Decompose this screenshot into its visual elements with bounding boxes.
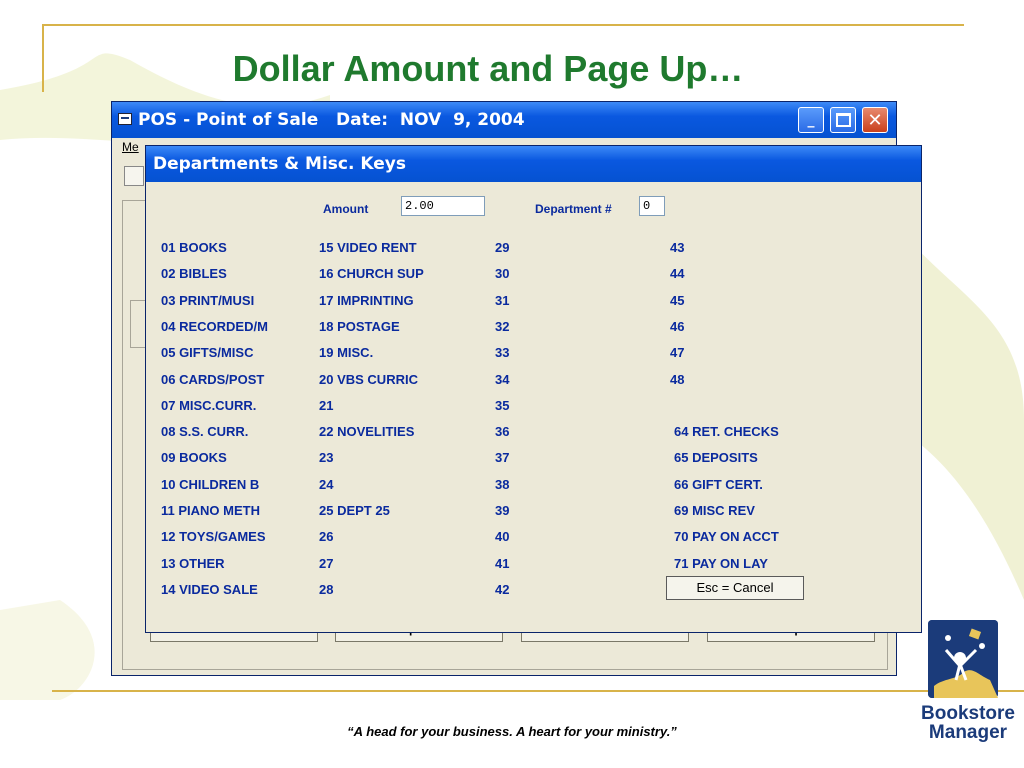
special-key-item[interactable]: 66 GIFT CERT. — [674, 477, 763, 492]
department-item[interactable]: 13 OTHER — [161, 556, 225, 571]
department-item[interactable]: 29 — [495, 240, 509, 255]
department-item[interactable]: 47 — [670, 345, 684, 360]
cancel-button[interactable]: Esc = Cancel — [666, 576, 804, 600]
bottom-rule — [52, 690, 1024, 692]
logo-text-line1: Bookstore — [921, 703, 1015, 724]
department-item[interactable]: 28 — [319, 582, 333, 597]
department-item[interactable]: 03 PRINT/MUSI — [161, 293, 254, 308]
department-item[interactable]: 26 — [319, 529, 333, 544]
department-item[interactable]: 18 POSTAGE — [319, 319, 400, 334]
departments-dialog: Departments & Misc. Keys Amount Departme… — [145, 145, 922, 633]
toolbar-icon[interactable] — [124, 166, 144, 186]
pos-app-icon[interactable] — [118, 113, 132, 125]
cancel-button-label: Esc = Cancel — [696, 580, 774, 595]
department-item[interactable]: 09 BOOKS — [161, 450, 227, 465]
dialog-title: Departments & Misc. Keys — [153, 154, 406, 174]
department-item[interactable]: 17 IMPRINTING — [319, 293, 414, 308]
department-item[interactable]: 42 — [495, 582, 509, 597]
department-item[interactable]: 37 — [495, 450, 509, 465]
minimize-button[interactable]: _ — [798, 107, 824, 133]
minimize-icon: _ — [807, 112, 815, 128]
special-key-item[interactable]: 69 MISC REV — [674, 503, 755, 518]
department-item[interactable]: 24 — [319, 477, 333, 492]
department-item[interactable]: 07 MISC.CURR. — [161, 398, 256, 413]
department-item[interactable]: 41 — [495, 556, 509, 571]
department-item[interactable]: 01 BOOKS — [161, 240, 227, 255]
department-item[interactable]: 44 — [670, 266, 684, 281]
slide-title: Dollar Amount and Page Up… — [232, 48, 744, 89]
side-panel-box — [130, 300, 146, 348]
logo-badge — [928, 620, 998, 698]
department-item[interactable]: 39 — [495, 503, 509, 518]
amount-label: Amount — [323, 202, 369, 216]
department-item[interactable]: 04 RECORDED/M — [161, 319, 268, 334]
department-item[interactable]: 40 — [495, 529, 509, 544]
department-item[interactable]: 38 — [495, 477, 509, 492]
department-item[interactable]: 23 — [319, 450, 333, 465]
department-item[interactable]: 02 BIBLES — [161, 266, 227, 281]
department-item[interactable]: 15 VIDEO RENT — [319, 240, 417, 255]
department-item[interactable]: 19 MISC. — [319, 345, 373, 360]
department-item[interactable]: 21 — [319, 398, 333, 413]
department-item[interactable]: 20 VBS CURRIC — [319, 372, 418, 387]
department-item[interactable]: 22 NOVELITIES — [319, 424, 414, 439]
special-key-item[interactable]: 65 DEPOSITS — [674, 450, 758, 465]
department-item[interactable]: 48 — [670, 372, 684, 387]
department-item[interactable]: 14 VIDEO SALE — [161, 582, 258, 597]
department-item[interactable]: 25 DEPT 25 — [319, 503, 390, 518]
department-item[interactable]: 06 CARDS/POST — [161, 372, 264, 387]
department-item[interactable]: 10 CHILDREN B — [161, 477, 259, 492]
main-window-title: POS - Point of Sale Date: NOV 9, 2004 — [138, 110, 525, 130]
logo-figure-icon — [928, 620, 998, 698]
department-item[interactable]: 32 — [495, 319, 509, 334]
department-item[interactable]: 31 — [495, 293, 509, 308]
department-item[interactable]: 11 PIANO METH — [161, 503, 260, 518]
department-item[interactable]: 05 GIFTS/MISC — [161, 345, 253, 360]
special-key-item[interactable]: 70 PAY ON ACCT — [674, 529, 779, 544]
department-item[interactable]: 43 — [670, 240, 684, 255]
maximize-button[interactable] — [830, 107, 856, 133]
top-rule — [42, 24, 964, 26]
department-item[interactable]: 12 TOYS/GAMES — [161, 529, 266, 544]
department-label: Department # — [535, 202, 612, 216]
special-key-item[interactable]: 64 RET. CHECKS — [674, 424, 779, 439]
tagline: “A head for your business. A heart for y… — [347, 724, 677, 739]
close-icon: ✕ — [867, 109, 883, 131]
department-item[interactable]: 08 S.S. CURR. — [161, 424, 248, 439]
dialog-title-bar[interactable]: Departments & Misc. Keys — [146, 146, 921, 182]
department-item[interactable]: 30 — [495, 266, 509, 281]
maximize-icon — [835, 113, 851, 127]
department-item[interactable]: 46 — [670, 319, 684, 334]
department-item[interactable]: 35 — [495, 398, 509, 413]
amount-input[interactable] — [401, 196, 485, 216]
department-item[interactable]: 33 — [495, 345, 509, 360]
department-item[interactable]: 16 CHURCH SUP — [319, 266, 424, 281]
department-item[interactable]: 27 — [319, 556, 333, 571]
department-item[interactable]: 45 — [670, 293, 684, 308]
close-button[interactable]: ✕ — [862, 107, 888, 133]
department-item[interactable]: 34 — [495, 372, 509, 387]
special-key-item[interactable]: 71 PAY ON LAY — [674, 556, 768, 571]
menu-item[interactable]: Me — [122, 140, 139, 154]
department-item[interactable]: 36 — [495, 424, 509, 439]
main-title-bar[interactable]: POS - Point of Sale Date: NOV 9, 2004 _ … — [112, 102, 896, 138]
department-input[interactable] — [639, 196, 665, 216]
